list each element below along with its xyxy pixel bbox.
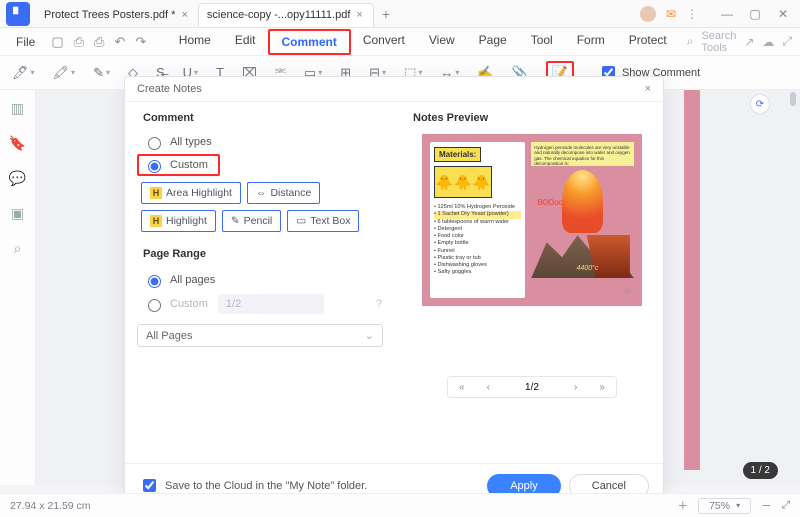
create-notes-dialog: Create Notes × Comment All types Custom … <box>124 76 664 508</box>
page-edge <box>684 90 700 470</box>
page-dimensions: 27.94 x 21.59 cm <box>10 500 91 512</box>
page-select[interactable]: All Pages ⌄ <box>137 324 383 347</box>
file-menu[interactable]: File <box>8 31 43 53</box>
comments-icon[interactable]: 💬 <box>9 170 26 187</box>
left-rail: ▥ 🔖 💬 ▣ ⌕ <box>0 90 36 485</box>
titlebar: ▘ Protect Trees Posters.pdf * × science-… <box>0 0 800 28</box>
volcano-card: Hydrogen peroxide molecules are very uns… <box>531 142 634 298</box>
preview-heading: Notes Preview <box>413 112 651 124</box>
chip-area-highlight[interactable]: HArea Highlight <box>141 182 241 204</box>
tab-label: science-copy -...opy11111.pdf <box>207 9 351 21</box>
chicks-illustration: 🐥🐥🐥 <box>434 166 492 198</box>
chip-pencil[interactable]: ✎Pencil <box>222 210 281 232</box>
chip-distance[interactable]: ⇔Distance <box>247 182 320 204</box>
menu-comment[interactable]: Comment <box>268 29 351 55</box>
page-counter-badge: 1 / 2 <box>743 462 778 479</box>
share-icon[interactable]: ↗ <box>744 35 754 49</box>
menu-convert[interactable]: Convert <box>351 29 417 55</box>
app-icon: ▘ <box>6 2 30 26</box>
note-tool[interactable]: 🖊▾ <box>12 65 35 81</box>
highlight-tool[interactable]: 🖍▾ <box>53 65 76 81</box>
redo-icon[interactable]: ↷ <box>135 34 146 50</box>
menu-view[interactable]: View <box>417 29 467 55</box>
chevron-down-icon: ⌄ <box>365 329 374 342</box>
pager-next[interactable]: › <box>574 382 577 393</box>
pager-prev[interactable]: ‹ <box>487 382 490 393</box>
cloud-icon[interactable]: ☁ <box>762 35 774 49</box>
pager-first[interactable]: « <box>459 382 465 393</box>
maximize-button[interactable]: ▢ <box>744 7 766 21</box>
pager-input[interactable] <box>512 381 552 394</box>
preview-page: Materials: 🐥🐥🐥 125ml 10% Hydrogen Peroxi… <box>422 134 642 306</box>
menu-protect[interactable]: Protect <box>617 29 679 55</box>
zoom-level[interactable]: 75%▾ <box>698 498 751 514</box>
close-icon[interactable]: × <box>356 9 362 21</box>
all-types-radio[interactable]: All types <box>137 132 388 152</box>
float-action-button[interactable]: ⟳ <box>750 94 770 114</box>
new-tab-button[interactable]: + <box>374 6 398 22</box>
materials-list: 125ml 10% Hydrogen Peroxide 1 Sachet Dry… <box>434 204 521 277</box>
search-input[interactable]: Search Tools <box>701 30 736 54</box>
custom-radio[interactable]: Custom <box>141 157 208 173</box>
zoom-in-button[interactable]: － <box>761 498 772 513</box>
notification-icon[interactable]: ✉ <box>666 7 676 21</box>
close-icon[interactable]: × <box>181 9 187 21</box>
menu-form[interactable]: Form <box>565 29 617 55</box>
materials-card: Materials: 🐥🐥🐥 125ml 10% Hydrogen Peroxi… <box>430 142 525 298</box>
custom-range-input[interactable]: 1/2 <box>218 294 324 314</box>
fit-width-icon[interactable]: ⤢ <box>782 499 790 512</box>
open-icon[interactable]: ▢ <box>51 34 63 50</box>
minimize-button[interactable]: — <box>716 7 738 21</box>
more-icon[interactable]: ⋮ <box>686 7 698 21</box>
menubar: File ▢ ⎙ ⎙ ↶ ↷ Home Edit Comment Convert… <box>0 28 800 56</box>
tab-1[interactable]: science-copy -...opy11111.pdf × <box>198 3 374 27</box>
search-panel-icon[interactable]: ⌕ <box>14 240 22 257</box>
volcano-illustration: BOOooom 4400°c <box>531 170 634 278</box>
undo-icon[interactable]: ↶ <box>114 34 125 50</box>
zoom-out-button[interactable]: ＋ <box>678 498 689 513</box>
thumbnails-icon[interactable]: ▥ <box>11 100 24 117</box>
tab-0[interactable]: Protect Trees Posters.pdf * × <box>36 3 198 27</box>
dialog-title: Create Notes <box>137 83 202 95</box>
avatar[interactable] <box>640 6 656 22</box>
save-icon[interactable]: ⎙ <box>74 34 84 50</box>
attachments-icon[interactable]: ▣ <box>11 205 24 222</box>
menu-edit[interactable]: Edit <box>223 29 268 55</box>
expand-icon[interactable]: ⤢ <box>782 34 792 49</box>
menu-home[interactable]: Home <box>167 29 223 55</box>
comment-heading: Comment <box>143 112 388 124</box>
print-icon[interactable]: ⎙ <box>94 34 104 50</box>
all-pages-radio[interactable]: All pages <box>137 270 388 290</box>
chip-text-box[interactable]: ▭Text Box <box>287 210 359 232</box>
menu-tool[interactable]: Tool <box>519 29 565 55</box>
tab-label: Protect Trees Posters.pdf * <box>44 9 175 21</box>
page-range-heading: Page Range <box>143 248 388 260</box>
help-icon[interactable]: ? <box>376 298 382 310</box>
custom-pages-radio[interactable]: Custom 1/2 ? <box>137 292 388 316</box>
menu-page[interactable]: Page <box>467 29 519 55</box>
statusbar: 27.94 x 21.59 cm ＋ 75%▾ － ⤢ <box>0 493 800 517</box>
preview-pager: « ‹ › » <box>447 376 617 398</box>
dialog-close-button[interactable]: × <box>645 83 651 95</box>
pencil-tool[interactable]: ✎▾ <box>93 65 110 81</box>
scrollbar[interactable] <box>790 92 796 472</box>
close-button[interactable]: ✕ <box>772 7 794 21</box>
chip-highlight[interactable]: HHighlight <box>141 210 216 232</box>
pager-last[interactable]: » <box>599 382 605 393</box>
search-icon[interactable]: ⌕ <box>687 34 694 49</box>
bookmarks-icon[interactable]: 🔖 <box>9 135 26 152</box>
